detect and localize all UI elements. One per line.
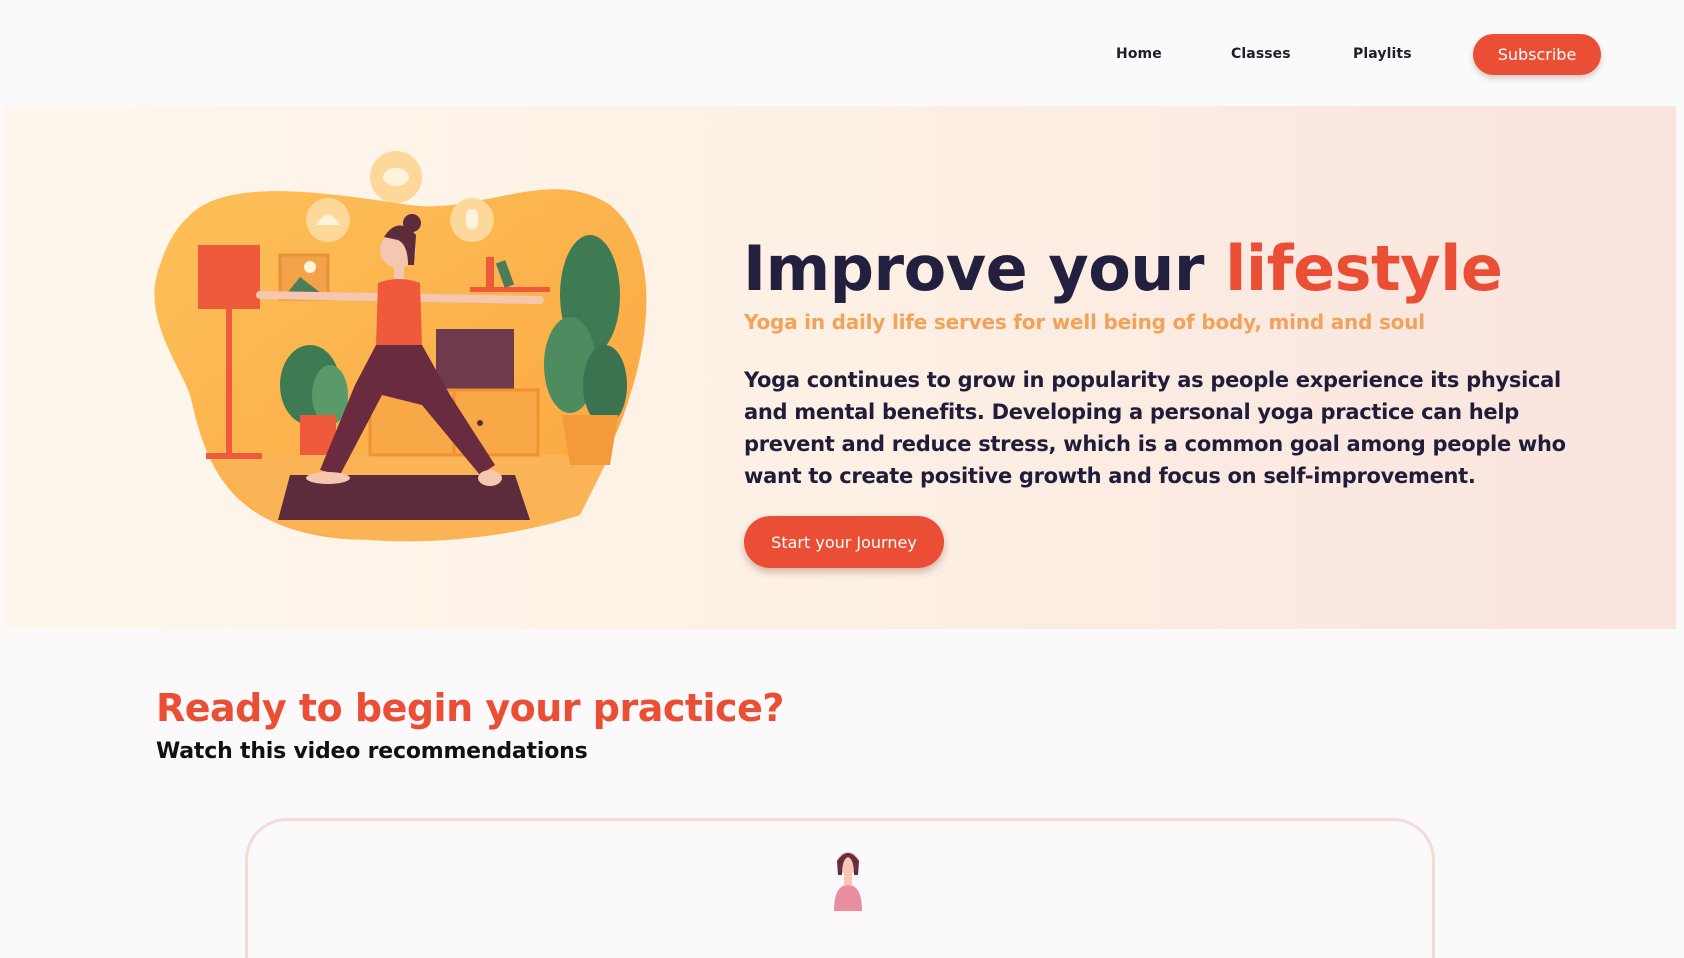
hero-description: Yoga continues to grow in popularity as … [744,368,1566,488]
nav-home-link[interactable]: Home [1116,46,1162,62]
hero-title: Improve your lifestyle [743,232,1503,305]
nav-playlists-link[interactable]: Playlits [1353,46,1412,62]
hero-title-accent: lifestyle [1225,232,1503,305]
hero-subtitle: Yoga in daily life serves for well being… [744,310,1425,334]
hero-title-main: Improve your [743,232,1226,305]
video-card[interactable] [245,818,1435,958]
section-title: Ready to begin your practice? [156,686,784,730]
video-thumbnail-figure [834,852,862,911]
subscribe-button[interactable]: Subscribe [1473,34,1601,75]
top-nav: Home Classes Playlits Subscribe [0,0,1684,106]
start-journey-button[interactable]: Start your Journey [744,516,944,568]
section-subtitle: Watch this video recommendations [156,739,588,764]
nav-classes-link[interactable]: Classes [1231,46,1291,62]
yoga-illustration [154,151,647,542]
